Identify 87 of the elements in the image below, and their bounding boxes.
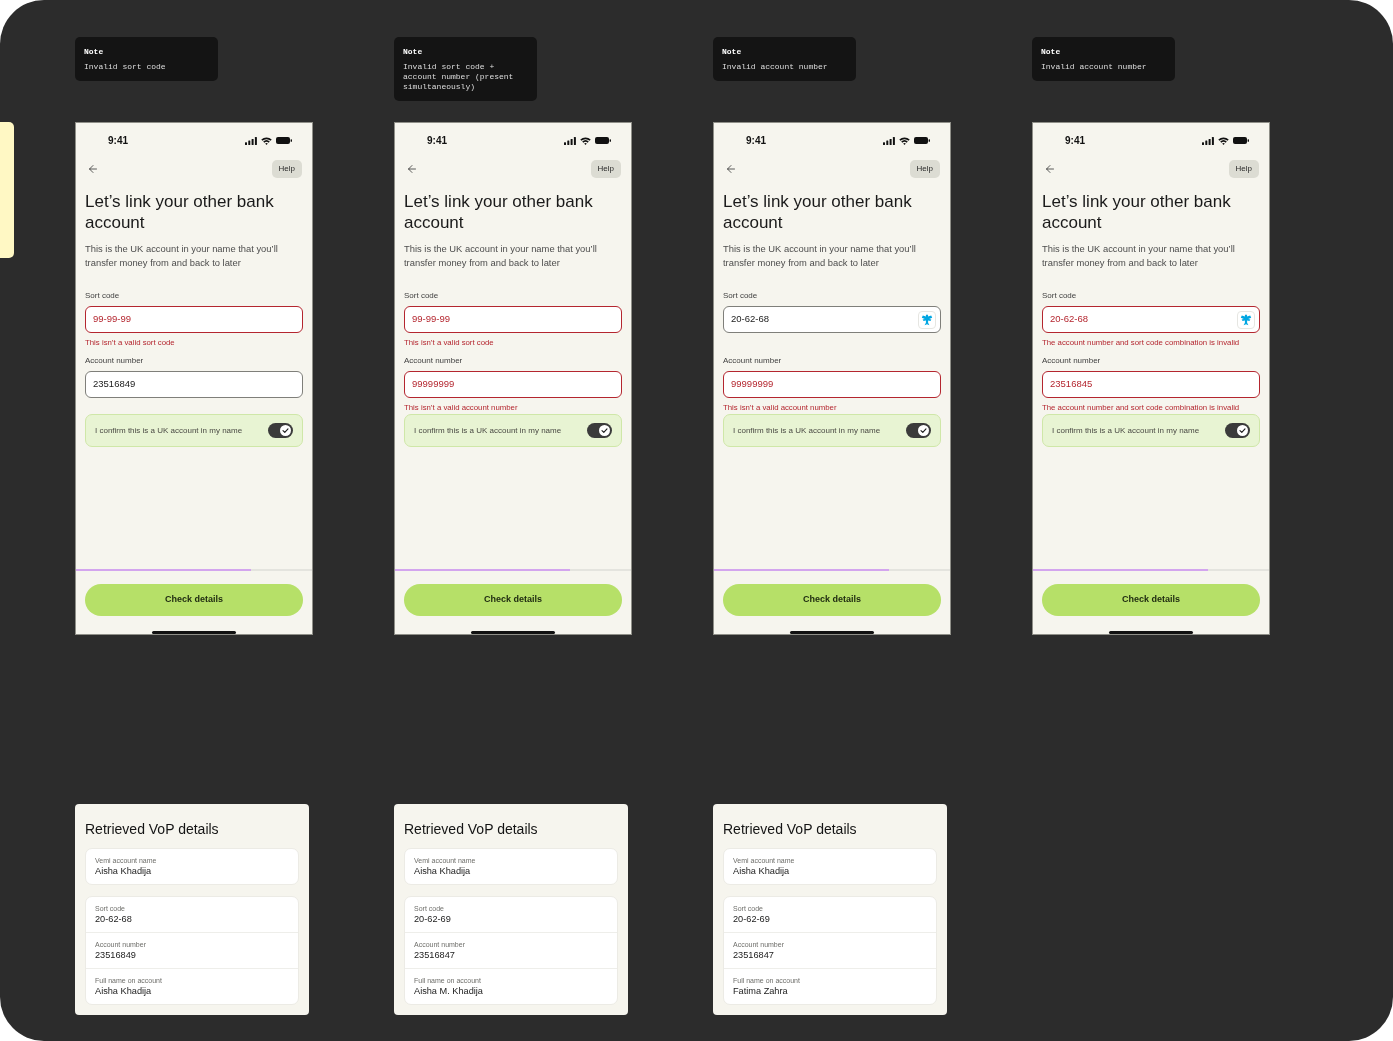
field-label: Account number xyxy=(1042,355,1102,367)
field-label: Sort code xyxy=(85,290,121,302)
help-button[interactable]: Help xyxy=(909,160,940,178)
note-title: Note xyxy=(1041,47,1062,57)
toggle-switch[interactable] xyxy=(268,423,293,438)
back-icon[interactable] xyxy=(87,163,99,175)
card-title: Retrieved VoP details xyxy=(404,820,539,838)
confirmation-label: I confirm this is a UK account in my name xyxy=(1052,424,1200,437)
wifi-icon xyxy=(580,136,591,145)
field-label: Account number xyxy=(85,355,145,367)
back-icon[interactable] xyxy=(406,163,418,175)
field-label: Sort code xyxy=(404,290,440,302)
check-icon xyxy=(599,425,610,436)
toggle-switch[interactable] xyxy=(906,423,931,438)
page-description: This is the UK account in your name that you’ll transfer money from and back to later xyxy=(722,242,917,270)
page-description: This is the UK account in your name that you’ll transfer money from and back to later xyxy=(1041,242,1236,270)
back-icon[interactable] xyxy=(1044,163,1056,175)
page-title: Let’s link your other bank account xyxy=(722,191,913,233)
check-icon xyxy=(1237,425,1248,436)
confirmation-label: I confirm this is a UK account in my name xyxy=(95,424,243,437)
help-button[interactable]: Help xyxy=(1228,160,1259,178)
note-text: Invalid account number xyxy=(1041,62,1148,72)
back-icon[interactable] xyxy=(725,163,737,175)
wifi-icon xyxy=(1218,136,1229,145)
field-label: Account number xyxy=(404,355,464,367)
page-description: This is the UK account in your name that you’ll transfer money from and back to later xyxy=(84,242,279,270)
note-title: Note xyxy=(84,47,105,57)
help-button[interactable]: Help xyxy=(271,160,302,178)
wifi-icon xyxy=(899,136,910,145)
check-details-button[interactable]: Check details xyxy=(1042,584,1260,616)
page-title: Let’s link your other bank account xyxy=(1041,191,1232,233)
status-time: 9:41 xyxy=(746,134,766,148)
signal-icon xyxy=(1202,136,1214,145)
detail-value: 20-62-69 xyxy=(414,913,452,925)
check-icon xyxy=(918,425,929,436)
detail-value: 23516847 xyxy=(733,949,775,961)
detail-value: Fatima Zahra xyxy=(733,985,789,997)
confirmation-label: I confirm this is a UK account in my name xyxy=(414,424,562,437)
battery-icon xyxy=(914,137,930,144)
input-field[interactable]: 99-99-99 xyxy=(404,306,622,333)
note-text: Invalid sort code + account number (present simultaneously) xyxy=(403,62,515,92)
status-time: 9:41 xyxy=(108,134,128,148)
field-label: Sort code xyxy=(1042,290,1078,302)
battery-icon xyxy=(276,137,292,144)
detail-value: Aisha Khadija xyxy=(95,865,153,877)
toggle-switch[interactable] xyxy=(587,423,612,438)
page-title: Let’s link your other bank account xyxy=(84,191,275,233)
input-field[interactable]: 99999999 xyxy=(723,371,941,398)
check-details-button[interactable]: Check details xyxy=(85,584,303,616)
help-button[interactable]: Help xyxy=(590,160,621,178)
check-icon xyxy=(280,425,291,436)
page-title: Let’s link your other bank account xyxy=(403,191,594,233)
detail-value: 23516847 xyxy=(414,949,456,961)
note-title: Note xyxy=(403,47,424,57)
field-label: Sort code xyxy=(723,290,759,302)
battery-icon xyxy=(595,137,611,144)
wifi-icon xyxy=(261,136,272,145)
input-field[interactable]: 23516849 xyxy=(85,371,303,398)
detail-value: 20-62-69 xyxy=(733,913,771,925)
detail-value: 23516849 xyxy=(95,949,137,961)
detail-value: 20-62-68 xyxy=(95,913,133,925)
status-time: 9:41 xyxy=(1065,134,1085,148)
signal-icon xyxy=(245,136,257,145)
field-label: Account number xyxy=(723,355,783,367)
page-description: This is the UK account in your name that you’ll transfer money from and back to later xyxy=(403,242,598,270)
note-title: Note xyxy=(722,47,743,57)
toggle-switch[interactable] xyxy=(1225,423,1250,438)
check-details-button[interactable]: Check details xyxy=(723,584,941,616)
battery-icon xyxy=(1233,137,1249,144)
confirmation-label: I confirm this is a UK account in my name xyxy=(733,424,881,437)
card-title: Retrieved VoP details xyxy=(723,820,858,838)
card-title: Retrieved VoP details xyxy=(85,820,220,838)
signal-icon xyxy=(564,136,576,145)
signal-icon xyxy=(883,136,895,145)
detail-value: Aisha Khadija xyxy=(733,865,791,877)
detail-value: Aisha M. Khadija xyxy=(414,985,484,997)
detail-value: Aisha Khadija xyxy=(95,985,153,997)
input-field[interactable]: 20-62-68 xyxy=(723,306,941,333)
detail-value: Aisha Khadija xyxy=(414,865,472,877)
check-details-button[interactable]: Check details xyxy=(404,584,622,616)
input-field[interactable]: 99-99-99 xyxy=(85,306,303,333)
input-field[interactable]: 20-62-68 xyxy=(1042,306,1260,333)
input-field[interactable]: 23516845 xyxy=(1042,371,1260,398)
input-field[interactable]: 99999999 xyxy=(404,371,622,398)
note-text: Invalid sort code xyxy=(84,62,167,72)
note-text: Invalid account number xyxy=(722,62,829,72)
status-time: 9:41 xyxy=(427,134,447,148)
